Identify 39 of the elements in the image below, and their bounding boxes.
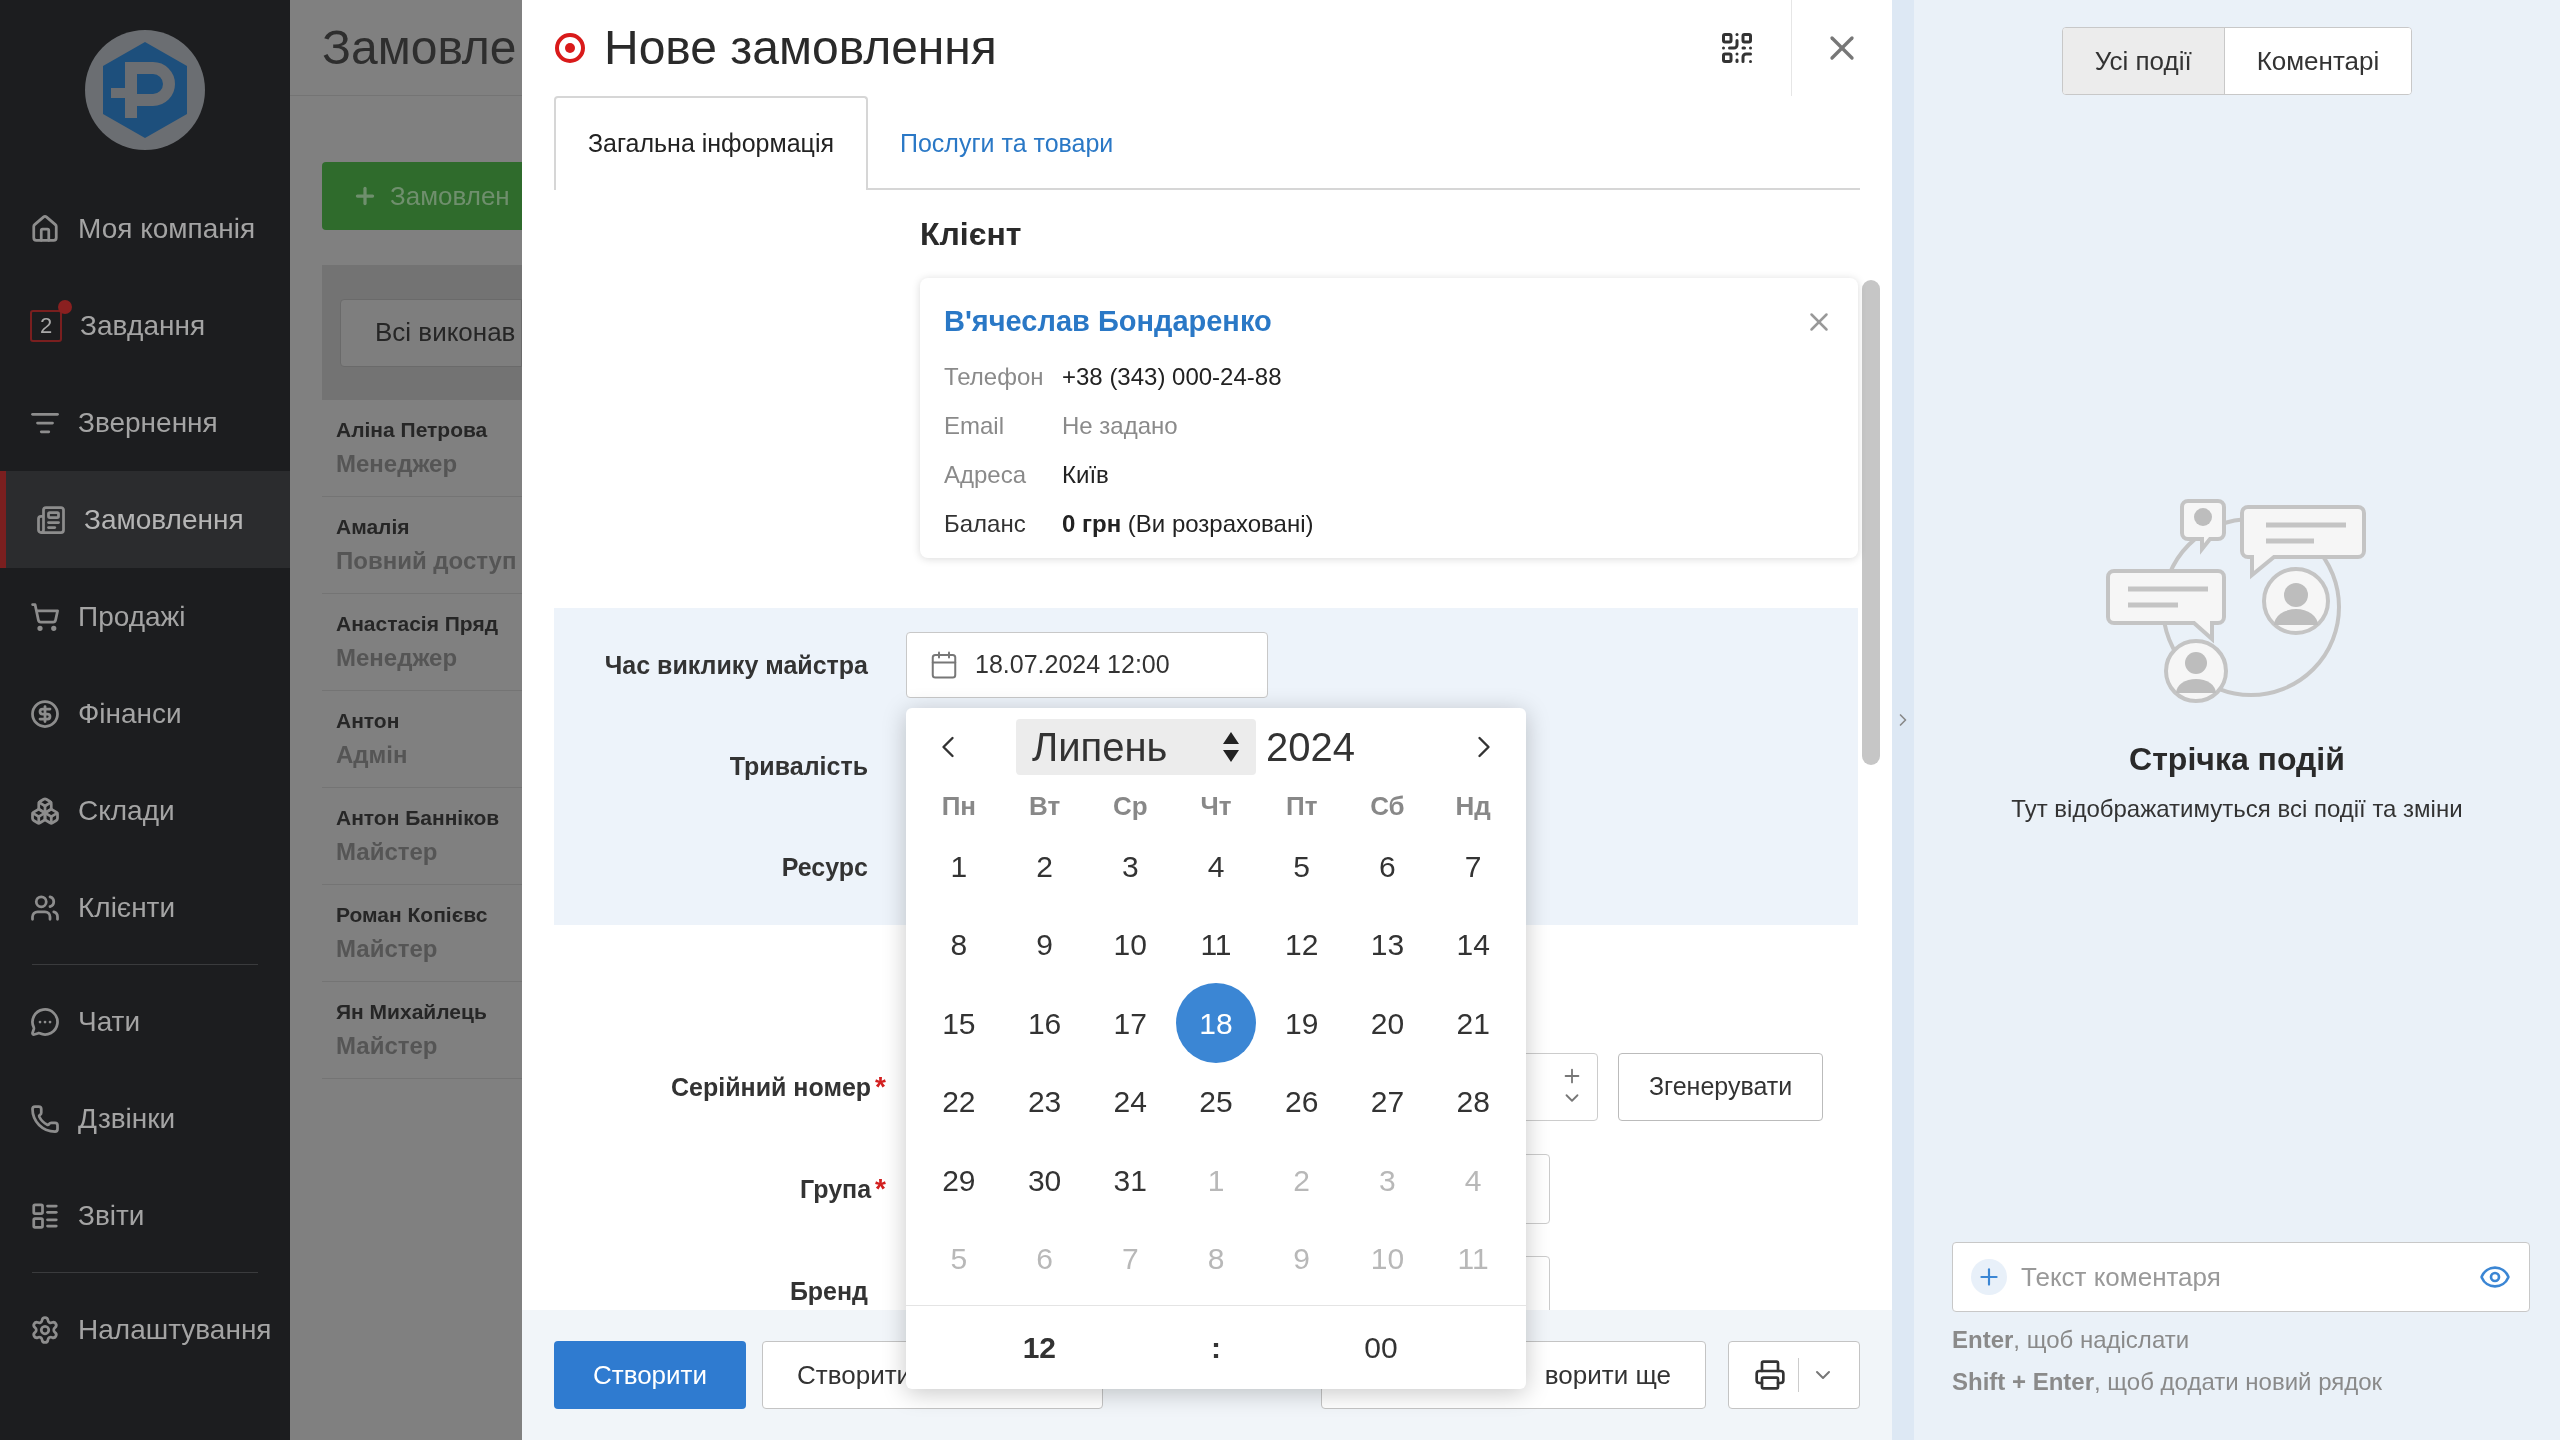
field-label: Група (800, 1174, 872, 1204)
person-name: Анастасія Пряд (336, 611, 499, 638)
hint-text: Enter, щоб надіслати (1952, 1325, 2191, 1355)
weekday-label: Сб (1369, 789, 1406, 823)
field-value: +38 (343) 000-24-88 (1062, 361, 1282, 392)
field-label: Тривалість (729, 751, 868, 781)
person-name: Антон Банніков (336, 805, 501, 832)
person-name: Роман Копієвс (336, 902, 489, 929)
section-heading: Клієнт (920, 215, 1023, 254)
feed-subtitle: Тут відображатимуться всі події та зміни (2011, 794, 2463, 824)
field-value: 0 грн (Ви розраховані) (1062, 508, 1314, 539)
time-separator: : (1210, 1330, 1222, 1366)
field-label: Серійний номер (671, 1072, 872, 1102)
modal-title: Нове замовлення (604, 20, 997, 76)
weekday-label: Вт (1027, 789, 1062, 823)
field-label: Час виклику майстра (604, 650, 868, 680)
weekday-label: Ср (1111, 789, 1149, 823)
feed-title: Стрічка подій (2129, 740, 2345, 779)
weekday-label: Чт (1199, 789, 1233, 823)
weekday-label: Пт (1285, 789, 1319, 823)
field-label: Email (944, 410, 1005, 441)
field-label: Ресурс (781, 852, 868, 882)
field-value: Київ (1062, 459, 1109, 490)
page-title: Замовле (322, 19, 517, 76)
person-name: Ян Михайлець (336, 999, 488, 1026)
field-label: Баланс (944, 508, 1027, 539)
weekday-label: Пн (940, 789, 978, 823)
person-name: Аліна Петрова (336, 417, 489, 444)
required-mark: * (875, 1174, 886, 1204)
person-name: Амалія (336, 514, 411, 541)
field-label: Бренд (789, 1276, 868, 1306)
field-label: Адреса (944, 459, 1028, 490)
weekday-label: Нд (1454, 789, 1492, 823)
task-count-badge: 2 (30, 309, 62, 342)
hint-text: Shift + Enter, щоб додати новий рядок (1952, 1367, 2384, 1397)
field-value: Не задано (1062, 410, 1178, 441)
person-name: Антон (336, 708, 401, 735)
required-mark: * (875, 1072, 886, 1102)
field-label: Телефон (944, 361, 1045, 392)
